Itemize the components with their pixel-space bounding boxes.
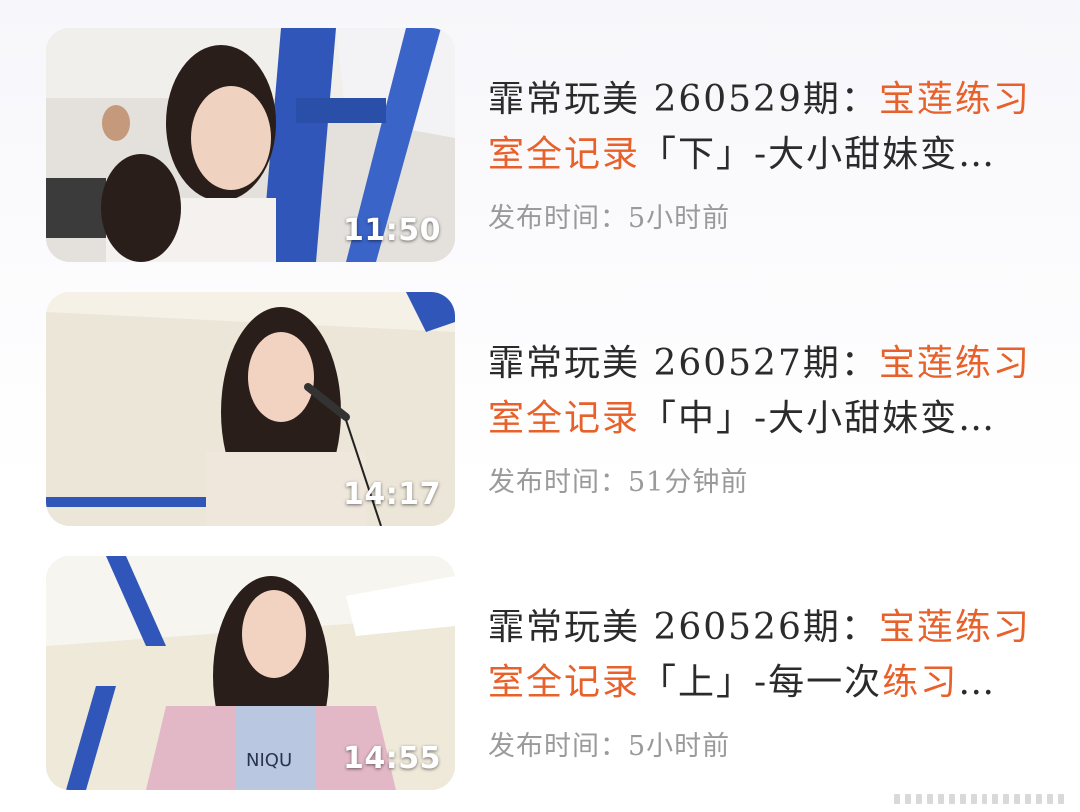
svg-text:NIQU: NIQU [246, 750, 292, 771]
video-feed: 11:50 霏常玩美 260529期：宝莲练习 室全记录「下」-大小甜妹变… 发… [0, 0, 1080, 812]
title-prefix: 霏常玩美 260527期： [488, 343, 879, 384]
publish-time: 发布时间：5小时前 [488, 203, 731, 234]
video-title[interactable]: 霏常玩美 260527期：宝莲练习 室全记录「中」-大小甜妹变… [488, 336, 1048, 446]
title-line-2: 室全记录「上」-每一次练习… [488, 655, 1048, 710]
title-highlight: 室全记录 [488, 662, 641, 703]
video-duration: 11:50 [343, 213, 441, 248]
video-duration: 14:17 [343, 477, 441, 512]
title-prefix: 霏常玩美 260526期： [488, 607, 879, 648]
title-line-1: 霏常玩美 260527期：宝莲练习 [488, 336, 1048, 391]
title-rest: 「上」-每一次 [640, 662, 883, 703]
title-highlight: 练习 [882, 662, 959, 703]
watermark-dots [894, 794, 1064, 804]
title-highlight: 室全记录 [488, 398, 641, 439]
title-line-2: 室全记录「中」-大小甜妹变… [488, 391, 1048, 446]
video-thumbnail[interactable]: NIQU 14:55 [46, 556, 455, 790]
title-highlight: 宝莲练习 [878, 79, 1031, 120]
publish-time: 发布时间：51分钟前 [488, 467, 749, 498]
title-ellipsis: … [958, 662, 997, 703]
title-line-1: 霏常玩美 260526期：宝莲练习 [488, 600, 1048, 655]
title-highlight: 室全记录 [488, 134, 641, 175]
video-thumbnail[interactable]: 14:17 [46, 292, 455, 526]
publish-time: 发布时间：5小时前 [488, 731, 731, 762]
title-rest: 「下」-大小甜妹变… [640, 134, 997, 175]
video-list-item[interactable]: 11:50 霏常玩美 260529期：宝莲练习 室全记录「下」-大小甜妹变… 发… [0, 28, 1080, 264]
video-title[interactable]: 霏常玩美 260526期：宝莲练习 室全记录「上」-每一次练习… [488, 600, 1048, 710]
title-highlight: 宝莲练习 [878, 343, 1031, 384]
video-thumbnail[interactable]: 11:50 [46, 28, 455, 262]
video-title[interactable]: 霏常玩美 260529期：宝莲练习 室全记录「下」-大小甜妹变… [488, 72, 1048, 182]
video-list-item[interactable]: NIQU 14:55 霏常玩美 260526期：宝莲练习 室全记录「上」-每一次… [0, 556, 1080, 792]
title-line-2: 室全记录「下」-大小甜妹变… [488, 127, 1048, 182]
video-list-item[interactable]: 14:17 霏常玩美 260527期：宝莲练习 室全记录「中」-大小甜妹变… 发… [0, 292, 1080, 528]
title-line-1: 霏常玩美 260529期：宝莲练习 [488, 72, 1048, 127]
title-prefix: 霏常玩美 260529期： [488, 79, 879, 120]
video-duration: 14:55 [343, 741, 441, 776]
title-rest: 「中」-大小甜妹变… [640, 398, 997, 439]
title-highlight: 宝莲练习 [878, 607, 1031, 648]
